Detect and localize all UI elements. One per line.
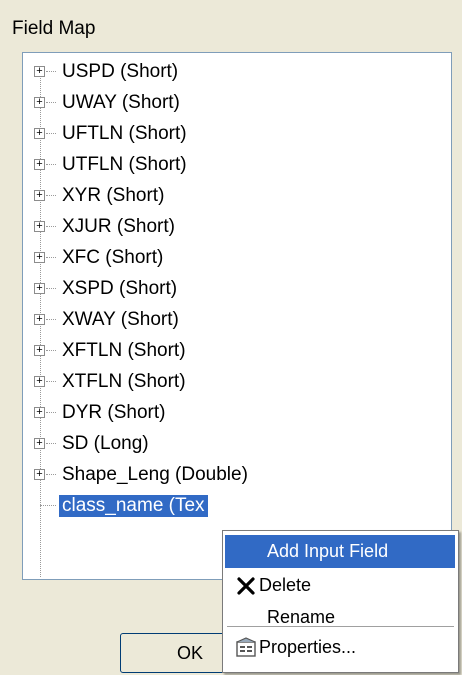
expand-plus-icon[interactable]: + [34, 283, 45, 294]
tree-node-uway[interactable]: + UWAY (Short) [23, 87, 451, 118]
tree-node-xjur[interactable]: + XJUR (Short) [23, 211, 451, 242]
tree-node-label: UWAY (Short) [62, 91, 180, 113]
tree-node-xway[interactable]: + XWAY (Short) [23, 304, 451, 335]
expand-plus-icon[interactable]: + [34, 128, 45, 139]
expand-plus-icon[interactable]: + [34, 345, 45, 356]
expand-plus-icon[interactable]: + [34, 252, 45, 263]
expand-plus-icon[interactable]: + [34, 221, 45, 232]
tree-node-dyr[interactable]: + DYR (Short) [23, 397, 451, 428]
tree-node-label: USPD (Short) [62, 60, 179, 82]
tree-branch-line [46, 350, 56, 351]
tree-node-xftln[interactable]: + XFTLN (Short) [23, 335, 451, 366]
expand-plus-icon[interactable]: + [34, 66, 45, 77]
tree-node-label: XYR (Short) [62, 184, 165, 206]
delete-x-icon [237, 577, 255, 595]
tree-branch-line [46, 474, 56, 475]
tree-branch-line [40, 505, 56, 506]
expand-plus-icon[interactable]: + [34, 159, 45, 170]
tree-node-shape-leng[interactable]: + Shape_Leng (Double) [23, 459, 451, 490]
tree-node-label: UTFLN (Short) [62, 153, 187, 175]
tree-node-uftln[interactable]: + UFTLN (Short) [23, 118, 451, 149]
tree-branch-line [46, 288, 56, 289]
tree-node-label: SD (Long) [62, 432, 149, 454]
properties-icon [236, 637, 256, 657]
expand-plus-icon[interactable]: + [34, 438, 45, 449]
tree-branch-line [46, 412, 56, 413]
tree-node-utfln[interactable]: + UTFLN (Short) [23, 149, 451, 180]
tree-branch-line [46, 195, 56, 196]
tree-node-label: XFC (Short) [62, 246, 164, 268]
menu-separator [227, 626, 454, 627]
tree-node-xtfln[interactable]: + XTFLN (Short) [23, 366, 451, 397]
menu-item-label: Properties... [259, 637, 357, 657]
field-map-group-label: Field Map [12, 18, 96, 39]
menu-item-label: Delete [259, 575, 312, 595]
context-menu: Add Input Field Delete Rename Properties… [222, 530, 459, 673]
tree-node-label: XSPD (Short) [62, 277, 178, 299]
tree-branch-line [46, 443, 56, 444]
tree-node-label: Shape_Leng (Double) [62, 463, 248, 485]
menu-item-label: Add Input Field [267, 541, 389, 561]
tree-node-xspd[interactable]: + XSPD (Short) [23, 273, 451, 304]
expand-plus-icon[interactable]: + [34, 97, 45, 108]
tree-node-xfc[interactable]: + XFC (Short) [23, 242, 451, 273]
tree-node-uspd[interactable]: + USPD (Short) [23, 56, 451, 87]
tree-node-class-name[interactable]: class_name (Tex [23, 490, 451, 521]
tree-node-label: DYR (Short) [62, 401, 166, 423]
tree-branch-line [46, 319, 56, 320]
menu-item-add-input-field[interactable]: Add Input Field [225, 535, 455, 568]
expand-plus-icon[interactable]: + [34, 314, 45, 325]
tree-branch-line [46, 133, 56, 134]
tree-branch-line [46, 381, 56, 382]
tree-branch-line [46, 71, 56, 72]
expand-plus-icon[interactable]: + [34, 469, 45, 480]
menu-item-properties[interactable]: Properties... [225, 631, 455, 664]
tree-node-xyr[interactable]: + XYR (Short) [23, 180, 451, 211]
menu-item-rename[interactable]: Rename [225, 601, 455, 634]
tree-node-label-selected: class_name (Tex [59, 494, 208, 517]
tree-branch-line [46, 257, 56, 258]
tree-node-label: UFTLN (Short) [62, 122, 187, 144]
menu-item-delete[interactable]: Delete [225, 569, 455, 602]
tree-node-label: XFTLN (Short) [62, 339, 186, 361]
tree-node-label: XWAY (Short) [62, 308, 179, 330]
tree-branch-line [46, 102, 56, 103]
tree-node-label: XTFLN (Short) [62, 370, 186, 392]
menu-item-label: Rename [267, 607, 336, 627]
tree-branch-line [46, 164, 56, 165]
tree-branch-line [46, 226, 56, 227]
field-map-tree[interactable]: + USPD (Short) + UWAY (Short) + UFTLN (S… [22, 52, 452, 580]
tree-node-label: XJUR (Short) [62, 215, 175, 237]
expand-plus-icon[interactable]: + [34, 190, 45, 201]
expand-plus-icon[interactable]: + [34, 407, 45, 418]
tree-node-sd[interactable]: + SD (Long) [23, 428, 451, 459]
expand-plus-icon[interactable]: + [34, 376, 45, 387]
